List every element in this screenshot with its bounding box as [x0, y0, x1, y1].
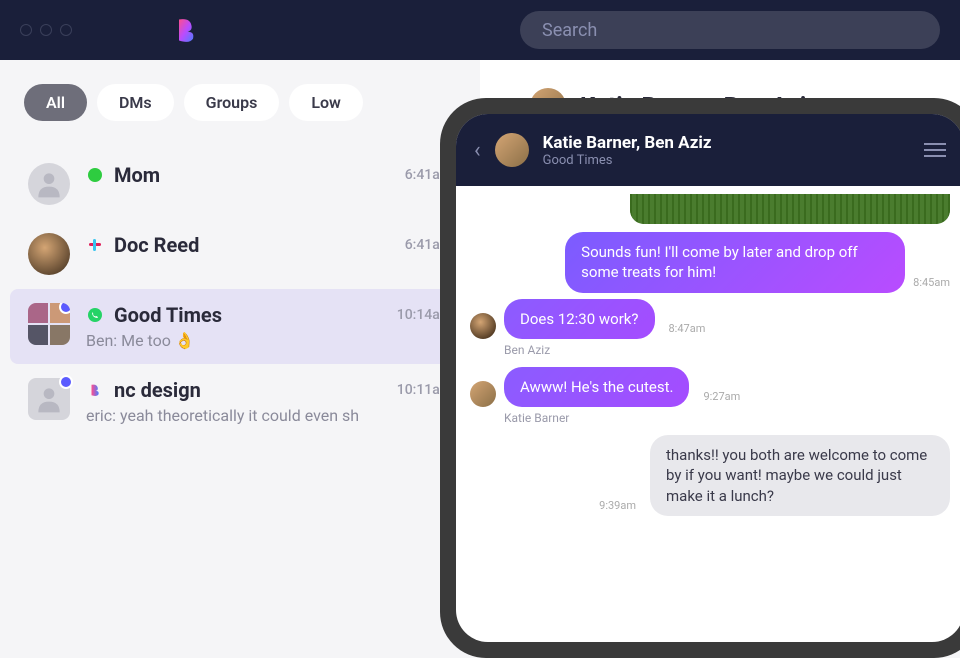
filter-all[interactable]: All	[24, 84, 87, 121]
conversation-item[interactable]: Doc Reed 6:41am	[10, 219, 470, 289]
window-dot[interactable]	[60, 24, 72, 36]
filter-low[interactable]: Low	[289, 84, 363, 121]
message-sender: Ben Aziz	[504, 343, 950, 357]
message-list: Sounds fun! I'll come by later and drop …	[456, 186, 960, 642]
message-incoming: Does 12:30 work? 8:47am	[470, 299, 950, 339]
window-dot[interactable]	[40, 24, 52, 36]
sender-avatar	[470, 381, 496, 407]
filter-dms[interactable]: DMs	[97, 84, 174, 121]
menu-icon[interactable]	[924, 143, 946, 157]
conversation-list: Mom 6:41am Doc Reed 6:41am	[10, 149, 470, 439]
image-message[interactable]	[630, 194, 950, 224]
conversation-title: Doc Reed	[114, 233, 199, 257]
message-outgoing: Sounds fun! I'll come by later and drop …	[470, 232, 950, 293]
chat-avatar	[495, 133, 529, 167]
beeper-icon	[86, 381, 104, 399]
search-input[interactable]: Search	[520, 11, 940, 49]
conversation-list-pane: All DMs Groups Low Mom 6:41am	[0, 60, 480, 540]
group-avatar	[28, 303, 70, 345]
conversation-title: Good Times	[114, 303, 222, 327]
whatsapp-icon	[86, 306, 104, 324]
message-time: 8:45am	[913, 276, 950, 289]
filter-row: All DMs Groups Low	[10, 84, 470, 121]
message-incoming: Awww! He's the cutest. 9:27am	[470, 367, 950, 407]
conversation-title: Mom	[114, 163, 160, 187]
sms-icon	[86, 166, 104, 184]
chat-subtitle: Good Times	[543, 153, 910, 168]
message-outgoing: 9:39am thanks!! you both are welcome to …	[470, 435, 950, 516]
phone-mockup: ‹ Katie Barner, Ben Aziz Good Times Soun…	[440, 98, 960, 658]
chat-title: Katie Barner, Ben Aziz	[543, 133, 910, 153]
conversation-item[interactable]: nc design 10:11am eric: yeah theoretical…	[10, 364, 470, 439]
avatar	[28, 378, 70, 420]
conversation-preview: eric: yeah theoretically it could even s…	[86, 406, 452, 425]
conversation-item[interactable]: Good Times 10:14am Ben: Me too 👌	[10, 289, 470, 364]
message-time: 9:39am	[599, 499, 636, 512]
message-bubble[interactable]: Sounds fun! I'll come by later and drop …	[565, 232, 905, 293]
avatar	[28, 163, 70, 205]
window-controls	[20, 24, 72, 36]
avatar	[28, 233, 70, 275]
window-dot[interactable]	[20, 24, 32, 36]
back-icon[interactable]: ‹	[474, 138, 481, 163]
conversation-item[interactable]: Mom 6:41am	[10, 149, 470, 219]
app-logo-icon	[172, 16, 200, 44]
topbar: Search	[0, 0, 960, 60]
filter-groups[interactable]: Groups	[184, 84, 280, 121]
chat-header: ‹ Katie Barner, Ben Aziz Good Times	[456, 114, 960, 186]
message-bubble[interactable]: Does 12:30 work?	[504, 299, 655, 339]
conversation-preview: Ben: Me too 👌	[86, 331, 452, 350]
message-bubble[interactable]: Awww! He's the cutest.	[504, 367, 689, 407]
message-sender: Katie Barner	[504, 411, 950, 425]
message-bubble[interactable]: thanks!! you both are welcome to come by…	[650, 435, 950, 516]
message-time: 9:27am	[703, 390, 740, 403]
search-placeholder: Search	[542, 20, 597, 41]
conversation-title: nc design	[114, 378, 201, 402]
slack-icon	[86, 236, 104, 254]
sender-avatar	[470, 313, 496, 339]
message-time: 8:47am	[669, 322, 706, 335]
